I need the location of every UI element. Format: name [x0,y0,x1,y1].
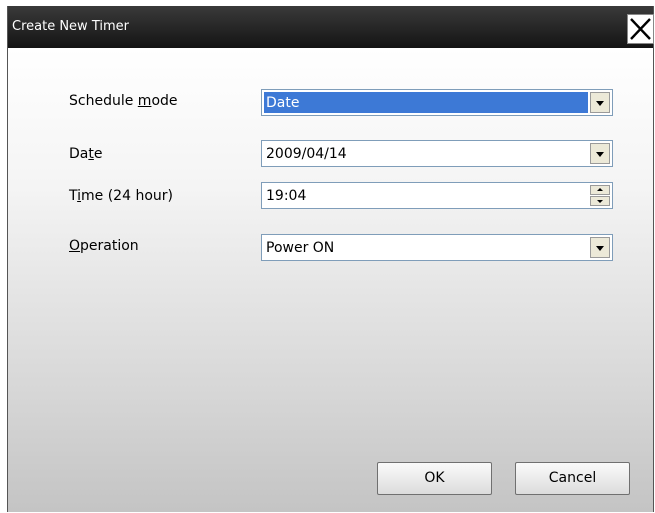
date-label-post: e [93,146,103,162]
time-label-post: me (24 hour) [81,188,173,204]
cancel-button[interactable]: Cancel [515,462,630,495]
time-stepper[interactable] [590,185,610,206]
ok-button[interactable]: OK [377,462,492,495]
date-label: Date [69,146,102,162]
chevron-down-icon[interactable] [590,143,610,164]
operation-label-key: O [69,238,81,254]
date-select[interactable]: 2009/04/14 [261,140,613,167]
schedule-mode-select[interactable]: Date [261,89,613,116]
window-title: Create New Timer [12,19,129,34]
date-value: 2009/04/14 [266,146,347,162]
schedule-mode-label-pre: Schedule [69,93,138,109]
spin-up-icon[interactable] [590,185,610,195]
time-spinner[interactable]: 19:04 [261,182,613,209]
schedule-mode-label-key: m [137,93,152,109]
time-value: 19:04 [266,188,307,204]
operation-select[interactable]: Power ON [261,234,613,261]
operation-value: Power ON [266,240,335,256]
dialog-body: Schedule mode Date Date 2009/04/14 Time … [8,48,653,512]
operation-label-post: peration [80,238,139,254]
date-label-pre: Da [69,146,89,162]
spin-down-icon[interactable] [590,196,610,206]
schedule-mode-selected: Date [264,92,588,113]
time-label: Time (24 hour) [69,188,173,204]
chevron-down-icon[interactable] [590,237,610,258]
schedule-mode-label-post: ode [151,93,178,109]
close-icon[interactable] [627,14,654,44]
operation-label: Operation [69,238,139,254]
schedule-mode-label: Schedule mode [69,93,178,109]
chevron-down-icon[interactable] [590,92,610,113]
title-bar[interactable]: Create New Timer [8,6,654,48]
schedule-mode-value: Date [266,95,300,111]
time-label-pre: T [69,188,78,204]
create-timer-dialog: Create New Timer Schedule mode Date Date… [7,6,654,512]
